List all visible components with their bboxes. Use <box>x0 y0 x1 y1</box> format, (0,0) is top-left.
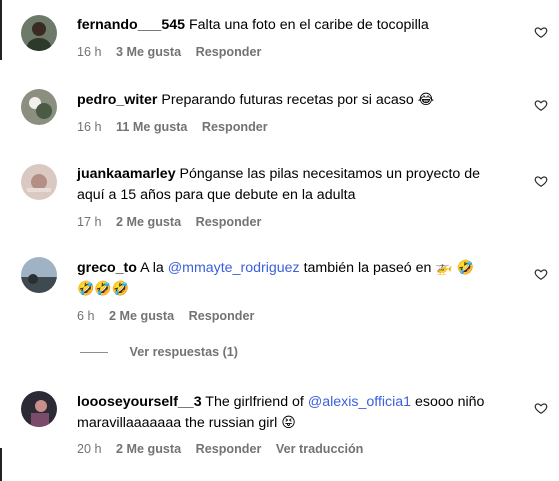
likes-count[interactable]: 2 Me gusta <box>116 215 181 229</box>
rolling-laugh-emoji-row: 🤣🤣🤣 <box>77 281 130 297</box>
reply-button[interactable]: Responder <box>189 309 255 323</box>
avatar[interactable] <box>21 164 57 200</box>
rolling-laugh-emoji: 🤣 <box>456 260 475 276</box>
comment-text: greco_to A la @mmayte_rodriguez también … <box>77 258 527 300</box>
likes-count[interactable]: 2 Me gusta <box>109 309 174 323</box>
comment-text: juankaamarley Pónganse las pilas necesit… <box>77 164 527 206</box>
reply-button[interactable]: Responder <box>196 45 262 59</box>
replies-divider <box>80 352 108 354</box>
avatar[interactable] <box>21 15 57 51</box>
comment-username[interactable]: pedro_witer <box>77 92 157 108</box>
comment-body-line2: maravillaaaaaaa the russian girl <box>77 415 278 431</box>
comment-time: 20 h <box>77 442 102 456</box>
comment-username[interactable]: fernando___545 <box>77 17 185 33</box>
comment-text: pedro_witer Preparando futuras recetas p… <box>77 90 527 111</box>
reply-button[interactable]: Responder <box>196 215 262 229</box>
reply-button[interactable]: Responder <box>196 442 262 456</box>
mention-link[interactable]: @alexis_officia1 <box>308 394 411 410</box>
translate-button[interactable]: Ver traducción <box>276 442 364 456</box>
comment-time: 6 h <box>77 309 95 323</box>
comment-body: The girlfriend of <box>205 394 304 410</box>
likes-count[interactable]: 3 Me gusta <box>116 45 181 59</box>
heart-icon[interactable] <box>534 25 548 39</box>
comment-username[interactable]: greco_to <box>77 260 137 276</box>
comment-username[interactable]: juankaamarley <box>77 166 176 182</box>
view-replies-button[interactable]: Ver respuestas (1) <box>80 345 238 359</box>
comment-body-cont: esooo niño <box>415 394 485 410</box>
likes-count[interactable]: 11 Me gusta <box>116 120 187 134</box>
avatar[interactable] <box>21 257 57 293</box>
comment-time: 16 h <box>77 120 102 134</box>
comment-meta: 16 h 11 Me gusta Responder <box>77 120 279 134</box>
comment-meta: 17 h 2 Me gusta Responder <box>77 215 272 229</box>
heart-icon[interactable] <box>534 267 548 281</box>
heart-icon[interactable] <box>534 98 548 112</box>
comment-body: Falta una foto en el caribe de tocopilla <box>189 17 429 33</box>
comment-text: fernando___545 Falta una foto en el cari… <box>77 15 527 36</box>
comment-meta: 16 h 3 Me gusta Responder <box>77 45 272 59</box>
comment-body: Preparando futuras recetas por si acaso <box>161 92 414 108</box>
comment-username[interactable]: loooseyourself__3 <box>77 394 202 410</box>
helicopter-emoji: 🚁 <box>435 260 453 276</box>
window-edge <box>0 448 2 481</box>
window-edge <box>0 0 2 60</box>
reply-button[interactable]: Responder <box>202 120 268 134</box>
mention-link[interactable]: @mmayte_rodriguez <box>168 260 300 276</box>
comment-meta: 20 h 2 Me gusta Responder Ver traducción <box>77 442 374 456</box>
comment-text: loooseyourself__3 The girlfriend of @ale… <box>77 392 527 434</box>
tongue-emoji: 😝 <box>281 415 296 431</box>
view-replies-label[interactable]: Ver respuestas (1) <box>130 345 239 359</box>
likes-count[interactable]: 2 Me gusta <box>116 442 181 456</box>
laughing-emoji: 😂 <box>417 92 435 108</box>
comment-body: A la <box>140 260 164 276</box>
comment-body-cont: también la paseó en <box>303 260 432 276</box>
avatar[interactable] <box>21 391 57 427</box>
comment-body-line1: Pónganse las pilas necesitamos un proyec… <box>179 166 481 182</box>
comment-time: 17 h <box>77 215 102 229</box>
heart-icon[interactable] <box>534 174 548 188</box>
comment-body-line2: aquí a 15 años para que debute en la adu… <box>77 187 356 203</box>
heart-icon[interactable] <box>534 401 548 415</box>
avatar[interactable] <box>21 89 57 125</box>
comment-time: 16 h <box>77 45 102 59</box>
comment-meta: 6 h 2 Me gusta Responder <box>77 309 265 323</box>
